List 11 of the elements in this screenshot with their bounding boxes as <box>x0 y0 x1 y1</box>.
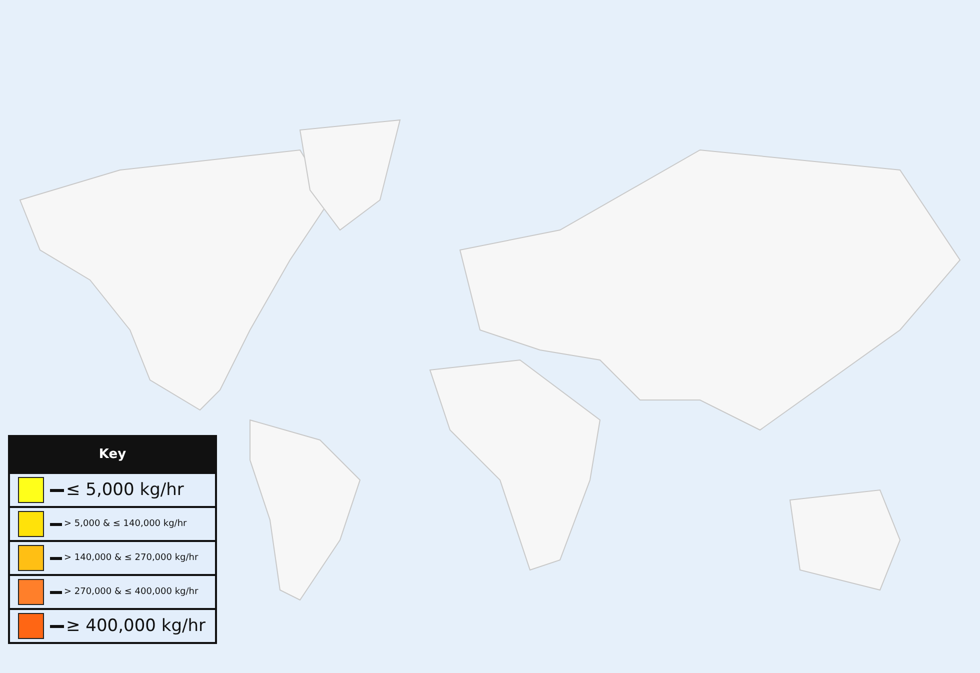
legend-label: > 5,000 & ≤ 140,000 kg/hr <box>64 519 187 529</box>
legend-label: > 140,000 & ≤ 270,000 kg/hr <box>64 553 198 563</box>
dash-icon <box>50 624 64 628</box>
legend-label: > 270,000 & ≤ 400,000 kg/hr <box>64 587 198 597</box>
dash-icon <box>50 590 62 594</box>
dash-icon <box>50 556 62 560</box>
legend-title: Key <box>10 437 215 472</box>
legend-label: ≥ 400,000 kg/hr <box>66 616 206 636</box>
legend-label: ≤ 5,000 kg/hr <box>66 480 184 500</box>
dash-icon <box>50 488 64 492</box>
dash-icon <box>50 522 62 526</box>
